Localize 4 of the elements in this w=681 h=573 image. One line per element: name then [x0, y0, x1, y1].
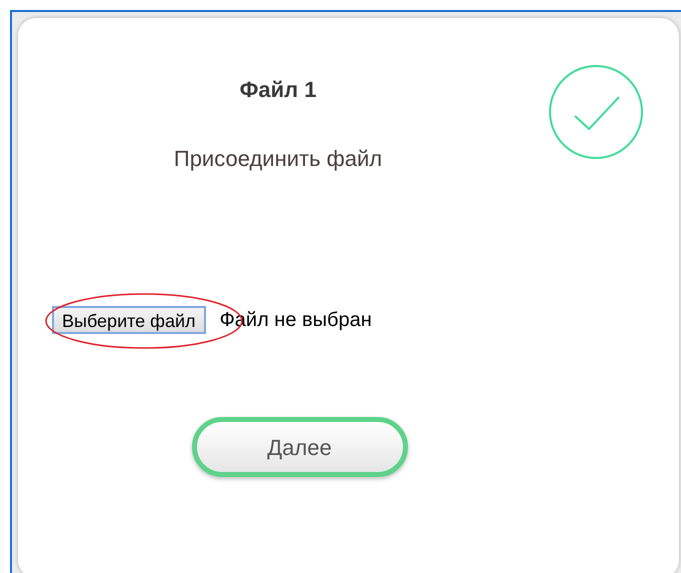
card-title: Файл 1	[240, 76, 316, 104]
choose-file-button[interactable]: Выберите файл	[52, 306, 206, 334]
next-button[interactable]: Далее	[192, 417, 408, 477]
card-subtitle: Присоединить файл	[174, 145, 382, 173]
